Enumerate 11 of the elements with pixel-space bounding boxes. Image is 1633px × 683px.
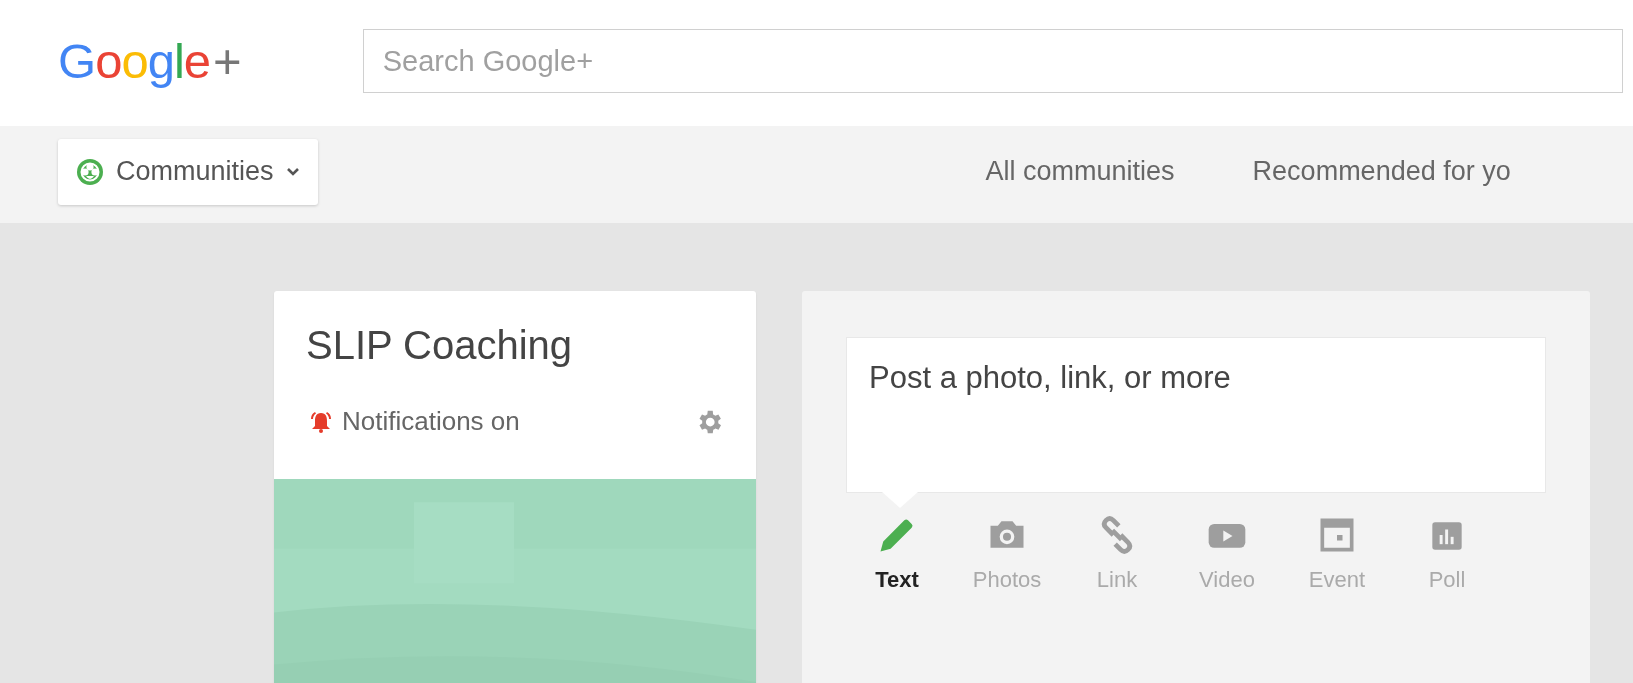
communities-dropdown[interactable]: Communities [58,138,318,205]
communities-icon [76,157,104,186]
logo[interactable]: Google+ [58,33,241,89]
post-field[interactable]: Post a photo, link, or more [846,337,1546,493]
chevron-down-icon [285,166,300,177]
search-field[interactable]: Search Google+ [362,29,1623,93]
notifications-label[interactable]: Notifications on [342,406,520,437]
post-type-tab[interactable]: Text [854,513,940,593]
nav-link[interactable]: All communities [985,156,1175,187]
community-name: SLIP Coaching [306,323,574,368]
nav-link[interactable]: Recommended for yo [1252,156,1511,187]
